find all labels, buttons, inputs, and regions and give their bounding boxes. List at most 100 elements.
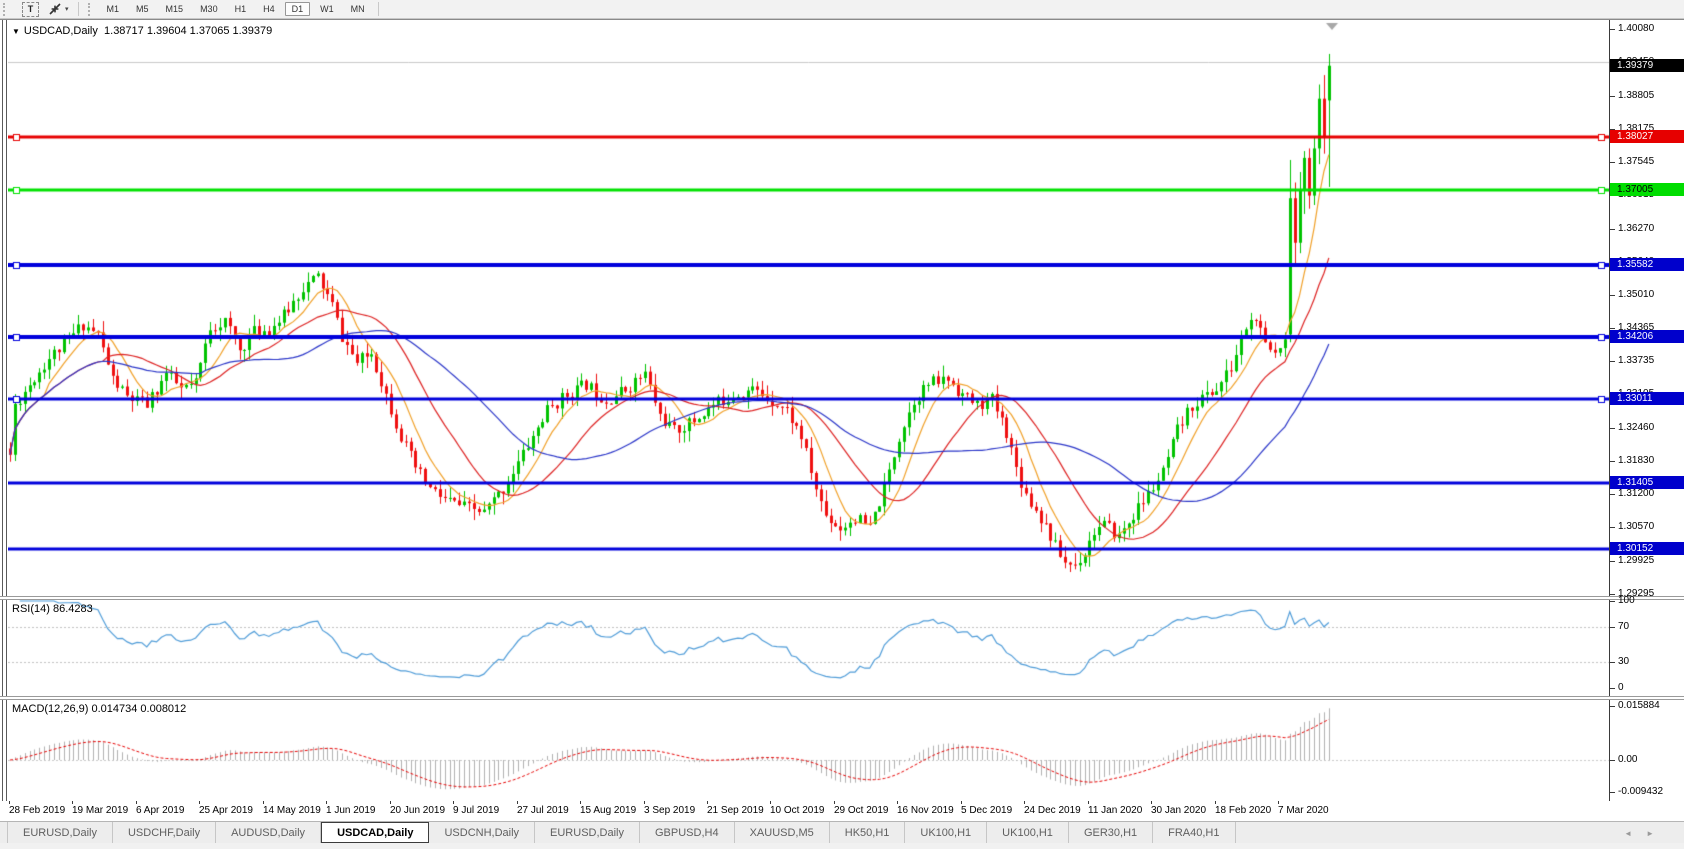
price-line-badge: 1.34206 (1610, 330, 1684, 343)
price-axis-tick-label: 1.31200 (1618, 488, 1654, 499)
price-axis-tickmark (1610, 96, 1615, 97)
date-axis-tickmark (9, 801, 10, 804)
date-axis[interactable]: 28 Feb 201919 Mar 20196 Apr 201925 Apr 2… (0, 801, 1684, 821)
timeframe-button[interactable]: W1 (313, 2, 341, 16)
price-axis-tick-label: 1.37545 (1618, 156, 1654, 167)
price-line-badge: 1.37005 (1610, 183, 1684, 196)
price-axis-tickmark (1610, 295, 1615, 296)
price-axis-tick-label: 1.35010 (1618, 289, 1654, 300)
date-axis-tickmark (72, 801, 73, 804)
chart-frame-line (6, 700, 7, 801)
symbol-tab[interactable]: GBPUSD,H4 (640, 822, 735, 843)
date-axis-label: 29 Oct 2019 (834, 805, 888, 816)
current-price-badge: 1.39379 (1610, 59, 1684, 72)
cursor-arrows-icon (47, 2, 63, 16)
price-chart-canvas[interactable] (8, 20, 1609, 597)
rsi-chart-canvas[interactable] (8, 600, 1609, 696)
toolbar-separator (378, 2, 379, 16)
date-axis-tickmark (961, 801, 962, 804)
price-axis-tickmark (1610, 527, 1615, 528)
symbol-tab[interactable]: UK100,H1 (987, 822, 1069, 843)
date-axis-label: 21 Sep 2019 (707, 805, 764, 816)
macd-axis[interactable]: 0.015884 0.00 -0.009432 (1609, 700, 1684, 801)
date-axis-label: 30 Jan 2020 (1151, 805, 1206, 816)
toolbar-grip[interactable] (3, 3, 10, 16)
date-axis-label: 5 Dec 2019 (961, 805, 1012, 816)
macd-axis-tick-label: 0.00 (1618, 754, 1637, 765)
macd-axis-tick-label: 0.015884 (1618, 700, 1660, 711)
price-axis-tickmark (1610, 162, 1615, 163)
timeframe-button[interactable]: MN (344, 2, 372, 16)
symbol-tab[interactable]: UK100,H1 (905, 822, 987, 843)
date-axis-tickmark (834, 801, 835, 804)
timeframe-button[interactable]: M1 (100, 2, 127, 16)
symbol-tab[interactable]: GER30,H1 (1069, 822, 1153, 843)
date-axis-tickmark (707, 801, 708, 804)
tab-scroll-left-icon[interactable]: ◄ (1624, 829, 1632, 838)
chart-frame-line (6, 20, 7, 596)
rsi-axis-tick-label: 30 (1618, 656, 1629, 667)
symbol-tab[interactable]: HK50,H1 (830, 822, 906, 843)
timeframe-button[interactable]: M30 (193, 2, 225, 16)
symbol-tab[interactable]: USDCNH,Daily (429, 822, 535, 843)
price-axis-tickmark (1610, 328, 1615, 329)
price-axis-tick-label: 1.40080 (1618, 23, 1654, 34)
chart-frame-line (2, 600, 3, 696)
rsi-axis-tick-label: 0 (1618, 682, 1624, 693)
timeframe-button[interactable]: H4 (256, 2, 282, 16)
toolbar-separator (78, 2, 79, 16)
price-axis-tickmark (1610, 229, 1615, 230)
text-tool-button[interactable]: T (15, 1, 42, 17)
timeframe-button[interactable]: M15 (159, 2, 191, 16)
symbol-tab[interactable]: FRA40,H1 (1153, 822, 1235, 843)
price-line-badge: 1.31405 (1610, 476, 1684, 489)
timeframe-button[interactable]: H1 (228, 2, 254, 16)
date-axis-label: 6 Apr 2019 (136, 805, 184, 816)
symbol-tab[interactable]: EURUSD,Daily (535, 822, 640, 843)
price-chart-pane: ▼USDCAD,Daily 1.38717 1.39604 1.37065 1.… (0, 19, 1684, 596)
symbol-tab[interactable]: EURUSD,Daily (7, 822, 113, 843)
macd-chart-canvas[interactable] (8, 700, 1609, 801)
symbol-tab[interactable]: USDCAD,Daily (321, 822, 429, 843)
toolbar-grip[interactable] (88, 3, 95, 16)
price-axis[interactable]: 1.400801.394501.388051.381751.375451.369… (1609, 20, 1684, 596)
price-axis-tickmark (1610, 594, 1615, 595)
date-axis-label: 28 Feb 2019 (9, 805, 65, 816)
symbol-tab[interactable]: AUDUSD,Daily (216, 822, 321, 843)
price-axis-tickmark (1610, 428, 1615, 429)
macd-pane: MACD(12,26,9) 0.014734 0.008012 0.015884… (0, 700, 1684, 801)
toolbar: T ▾ M1M5M15M30H1H4D1W1MN (0, 0, 1684, 19)
rsi-axis-tickmark (1610, 662, 1615, 663)
cursor-tool-button[interactable]: ▾ (44, 1, 72, 17)
chart-title: ▼USDCAD,Daily 1.38717 1.39604 1.37065 1.… (12, 25, 272, 37)
date-axis-tickmark (199, 801, 200, 804)
collapse-caret-icon[interactable]: ▼ (12, 27, 20, 36)
bar-high: 1.39604 (147, 25, 187, 37)
status-strip (0, 843, 1684, 849)
text-tool-icon: T (22, 2, 39, 17)
date-axis-tickmark (1151, 801, 1152, 804)
date-axis-tickmark (644, 801, 645, 804)
price-axis-tickmark (1610, 461, 1615, 462)
macd-axis-tickmark (1610, 706, 1615, 707)
timeframe-button[interactable]: D1 (285, 2, 311, 16)
rsi-axis-tick-label: 70 (1618, 621, 1629, 632)
date-axis-tickmark (1088, 801, 1089, 804)
timeframe-button[interactable]: M5 (129, 2, 156, 16)
date-axis-label: 20 Jun 2019 (390, 805, 445, 816)
date-axis-tickmark (580, 801, 581, 804)
macd-axis-tick-label: -0.009432 (1618, 786, 1663, 797)
price-axis-tick-label: 1.31830 (1618, 455, 1654, 466)
date-axis-tickmark (517, 801, 518, 804)
price-line-badge: 1.33011 (1610, 392, 1684, 405)
macd-axis-tickmark (1610, 760, 1615, 761)
date-axis-label: 19 Mar 2019 (72, 805, 128, 816)
chart-frame-line (2, 20, 3, 596)
date-axis-label: 9 Jul 2019 (453, 805, 499, 816)
rsi-axis[interactable]: 10070300 (1609, 600, 1684, 696)
tab-scroll-right-icon[interactable]: ► (1646, 829, 1654, 838)
symbol-tab[interactable]: USDCHF,Daily (113, 822, 216, 843)
symbol-tab[interactable]: XAUUSD,M5 (735, 822, 830, 843)
date-axis-tickmark (1024, 801, 1025, 804)
date-axis-tickmark (326, 801, 327, 804)
